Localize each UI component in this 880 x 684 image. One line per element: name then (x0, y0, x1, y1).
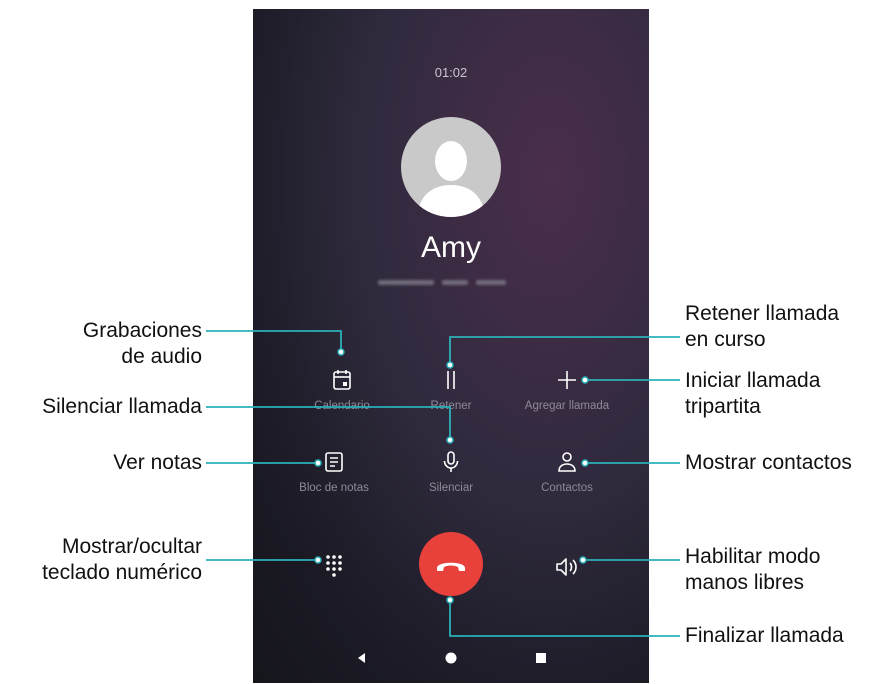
dialpad-icon (326, 555, 342, 577)
callout-recordings-line1: Grabaciones (82, 319, 202, 342)
mute-button[interactable]: Silenciar (391, 450, 511, 494)
phone-screen: 01:02 Amy Calendario Retener Agregar lla… (253, 9, 649, 683)
hang-up-icon (437, 562, 465, 571)
hold-button[interactable]: Retener (391, 368, 511, 412)
calendar-button[interactable]: Calendario (282, 368, 402, 412)
navigation-bar (253, 645, 649, 675)
callout-dialpad-line1: Mostrar/ocultar (61, 535, 202, 558)
add-call-button[interactable]: Agregar llamada (507, 368, 627, 412)
contacts-button[interactable]: Contactos (507, 450, 627, 494)
callout-mute: Silenciar llamada (42, 395, 202, 418)
speaker-button[interactable] (553, 553, 581, 581)
call-duration: 01:02 (434, 65, 468, 80)
speaker-icon (556, 558, 577, 576)
contact-avatar (401, 117, 501, 217)
phone-number-blurred (376, 277, 526, 289)
callout-dialpad: Mostrar/ocultar teclado numérico (42, 534, 202, 586)
callout-contacts: Mostrar contactos (685, 451, 852, 474)
plus-icon (558, 371, 576, 389)
contact-person-icon (558, 452, 576, 472)
notes-button[interactable]: Bloc de notas (274, 450, 394, 494)
home-icon[interactable] (444, 651, 458, 665)
dialpad-button[interactable] (319, 551, 349, 581)
callout-hold: Retener llamada en curso (685, 301, 839, 353)
callout-speaker-line1: Habilitar modo (685, 545, 821, 568)
callout-recordings: Grabaciones de audio (83, 318, 202, 370)
callout-speaker: Habilitar modo manos libres (685, 544, 820, 596)
contact-name: Amy (421, 231, 481, 264)
contacts-label: Contactos (541, 482, 593, 494)
callout-add-call-line2: tripartita (685, 395, 761, 418)
mute-label: Silenciar (428, 482, 474, 494)
calendar-label: Calendario (314, 400, 370, 412)
callout-dialpad-line2: teclado numérico (42, 561, 202, 584)
callout-end-call: Finalizar llamada (685, 624, 844, 647)
callout-add-call-line1: Iniciar llamada (685, 369, 821, 392)
callout-hold-line1: Retener llamada (685, 302, 840, 325)
callout-speaker-line2: manos libres (685, 571, 805, 594)
person-silhouette-icon (417, 141, 485, 217)
microphone-icon (443, 451, 459, 472)
pause-icon (447, 371, 455, 389)
callout-recordings-line2: de audio (121, 345, 202, 368)
calendar-icon (333, 370, 351, 390)
notes-label: Bloc de notas (299, 482, 369, 494)
back-icon[interactable] (355, 651, 369, 665)
hold-label: Retener (430, 400, 472, 412)
notepad-icon (325, 452, 343, 472)
end-call-button[interactable] (419, 532, 483, 596)
callout-hold-line2: en curso (685, 328, 766, 351)
callout-notes: Ver notas (113, 451, 202, 474)
callout-add-call: Iniciar llamada tripartita (685, 368, 820, 420)
add-call-label: Agregar llamada (524, 400, 610, 412)
recents-icon[interactable] (534, 651, 548, 665)
